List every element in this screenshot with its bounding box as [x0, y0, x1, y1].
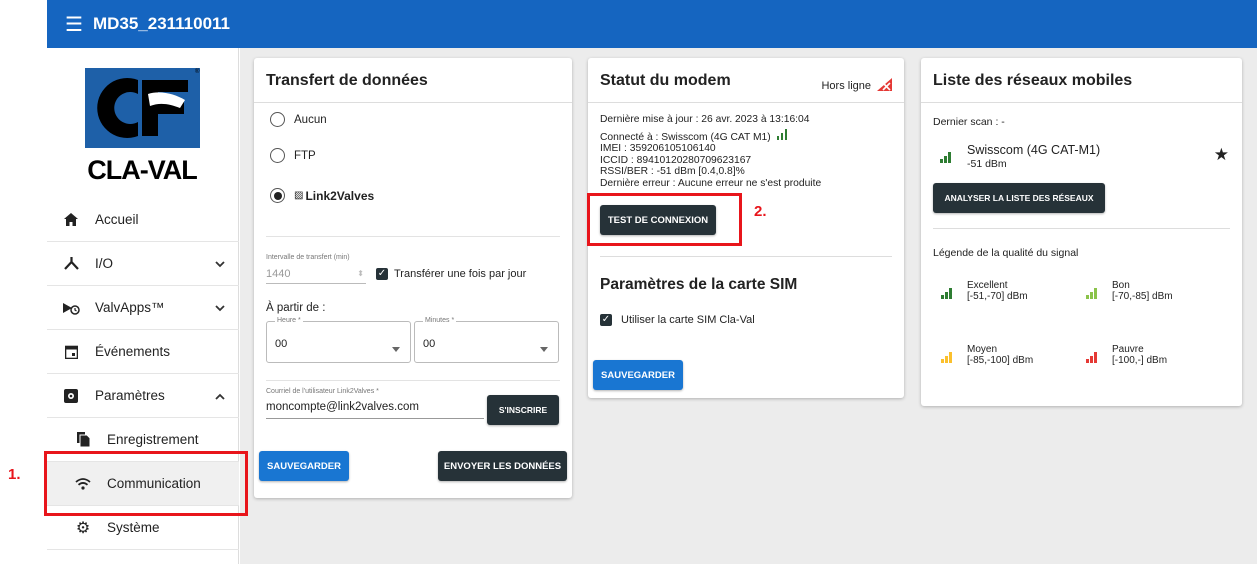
iccid-text: ICCID : 89410120280709623167: [600, 154, 752, 166]
cla-val-logo: ® CLA-VAL: [80, 64, 205, 189]
file-copy-icon: [73, 432, 93, 447]
last-error-text: Dernière erreur : Aucune erreur ne s'est…: [600, 177, 822, 189]
offline-status: Hors ligne: [821, 78, 892, 94]
sidebar-item-valvapps[interactable]: ValvApps™: [47, 286, 239, 330]
chevron-down-icon[interactable]: [215, 300, 225, 315]
register-button[interactable]: S'INSCRIRE: [487, 395, 559, 425]
dropdown-arrow-icon[interactable]: [392, 339, 400, 357]
svg-text:®: ®: [195, 68, 200, 75]
sidebar-item-accueil[interactable]: Accueil: [47, 198, 239, 242]
sidebar-item-label: Système: [107, 520, 160, 535]
link2valves-logo-icon: ▨: [294, 190, 304, 201]
dropdown-arrow-icon[interactable]: [540, 339, 548, 357]
annotation-box-communication: [44, 451, 248, 516]
sidebar-item-label: Accueil: [95, 212, 139, 227]
io-icon: [61, 257, 81, 270]
svg-text:CLA-VAL: CLA-VAL: [87, 155, 197, 185]
sidebar-item-io[interactable]: I/O: [47, 242, 239, 286]
sidebar-item-evenements[interactable]: Événements: [47, 330, 239, 374]
mobile-networks-card: Liste des réseaux mobiles Dernier scan :…: [921, 58, 1242, 406]
spinner-icon[interactable]: ⬍: [357, 269, 364, 278]
once-per-day-checkbox[interactable]: ✓ Transférer une fois par jour: [376, 268, 526, 280]
sidebar-item-label: I/O: [95, 256, 114, 271]
network-signal: -51 dBm: [967, 158, 1007, 170]
last-update-text: Dernière mise à jour : 26 avr. 2023 à 13…: [600, 114, 810, 125]
sim-section-title: Paramètres de la carte SIM: [600, 276, 798, 293]
signal-bars-icon: [776, 128, 788, 140]
chevron-up-icon[interactable]: [215, 388, 225, 403]
from-label: À partir de :: [266, 302, 326, 314]
card-title: Transfert de données: [254, 58, 572, 103]
radio-aucun[interactable]: Aucun: [270, 112, 327, 127]
calendar-icon: [61, 345, 81, 359]
star-icon[interactable]: ★: [1214, 145, 1229, 165]
rssi-text: RSSI/BER : -51 dBm [0.4,0.8]%: [600, 166, 745, 177]
radio-label: Aucun: [294, 113, 327, 126]
interval-input[interactable]: 1440 ⬍: [266, 266, 366, 284]
radio-label: Link2Valves: [305, 188, 375, 203]
send-data-button[interactable]: ENVOYER LES DONNÉES: [438, 451, 567, 481]
sidebar-item-parametres[interactable]: Paramètres: [47, 374, 239, 418]
valvapps-icon: [61, 301, 81, 315]
home-icon: [61, 213, 81, 226]
scan-networks-button[interactable]: ANALYSER LA LISTE DES RÉSEAUX: [933, 183, 1105, 213]
hour-select[interactable]: Heure * 00: [266, 317, 411, 363]
radio-ftp[interactable]: FTP: [270, 148, 316, 163]
save-button[interactable]: SAUVEGARDER: [259, 451, 349, 481]
email-label: Courriel de l'utilisateur Link2Valves *: [266, 388, 379, 395]
annotation-box-test-connection: [587, 193, 742, 246]
gear-icon: ⚙: [75, 519, 91, 537]
checkbox-checked-icon[interactable]: ✓: [600, 314, 612, 326]
chevron-down-icon[interactable]: [215, 256, 225, 271]
sidebar-item-label: ValvApps™: [95, 300, 165, 315]
radio-circle-selected[interactable]: [270, 188, 285, 203]
network-list-item[interactable]: Swisscom (4G CAT-M1) -51 dBm ★: [933, 140, 1233, 172]
sidebar-item-label: Événements: [95, 344, 171, 359]
signal-bars-icon: [940, 152, 951, 163]
transfer-card: Transfert de données Aucun FTP ▨ Link2Va…: [254, 58, 572, 498]
connected-to-text: Connecté à : Swisscom (4G CAT M1): [600, 128, 895, 144]
legend-title: Légende de la qualité du signal: [933, 247, 1079, 259]
save-sim-button[interactable]: SAUVEGARDER: [593, 360, 683, 390]
network-name: Swisscom (4G CAT-M1): [967, 143, 1101, 157]
app-header: ☰ MD35_231110011: [47, 0, 1257, 48]
interval-label: Intervalle de transfert (min): [266, 254, 350, 261]
radio-link2valves[interactable]: ▨ Link2Valves: [270, 188, 374, 203]
use-claval-sim-checkbox[interactable]: ✓ Utiliser la carte SIM Cla-Val: [600, 314, 755, 326]
last-scan-text: Dernier scan : -: [933, 116, 1005, 128]
card-title: Liste des réseaux mobiles: [921, 58, 1242, 103]
settings-box-icon: [61, 388, 81, 403]
menu-icon[interactable]: ☰: [65, 12, 83, 37]
page-title: MD35_231110011: [92, 14, 231, 33]
sidebar-item-label: Enregistrement: [107, 432, 199, 447]
annotation-step-1: 1.: [8, 466, 21, 483]
sidebar-item-label: Paramètres: [95, 388, 165, 403]
no-signal-icon: [877, 78, 892, 94]
main-content: Transfert de données Aucun FTP ▨ Link2Va…: [240, 48, 1257, 564]
checkbox-checked-icon[interactable]: ✓: [376, 268, 388, 280]
radio-circle[interactable]: [270, 112, 285, 127]
email-input[interactable]: moncompte@link2valves.com: [266, 399, 484, 419]
radio-circle[interactable]: [270, 148, 285, 163]
radio-label: FTP: [294, 149, 316, 162]
minutes-select[interactable]: Minutes * 00: [414, 317, 559, 363]
annotation-step-2: 2.: [754, 203, 767, 220]
imei-text: IMEI : 359206105106140: [600, 143, 716, 154]
